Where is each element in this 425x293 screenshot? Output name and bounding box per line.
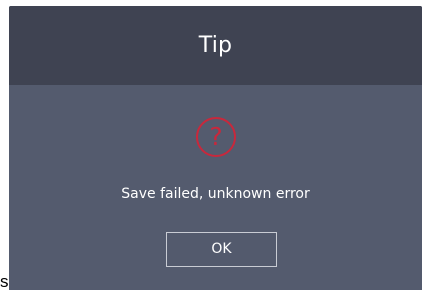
dialog-body: ? Save failed, unknown error OK	[9, 85, 422, 290]
dialog-title: Tip	[198, 33, 233, 58]
question-mark-circle-icon: ?	[196, 117, 236, 157]
ok-button[interactable]: OK	[166, 232, 277, 267]
dialog-header: Tip	[9, 6, 422, 85]
error-message: Save failed, unknown error	[121, 186, 310, 202]
tip-dialog: Tip ? Save failed, unknown error OK	[9, 6, 422, 290]
background-text: s	[0, 272, 9, 291]
